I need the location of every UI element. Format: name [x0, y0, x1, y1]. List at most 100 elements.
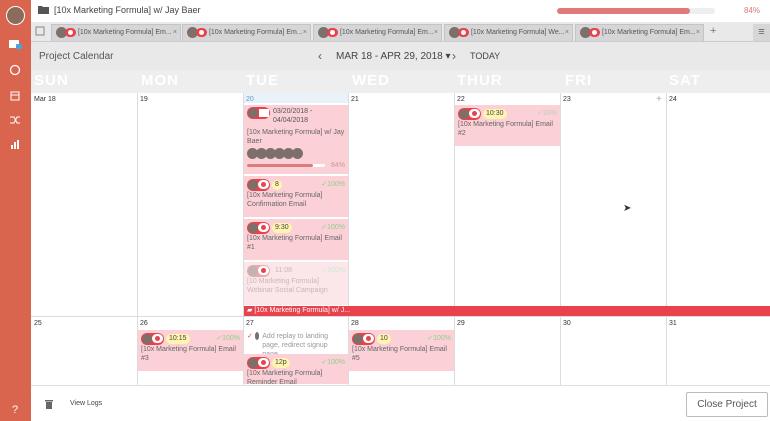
close-icon[interactable]: ×: [434, 25, 438, 40]
avatar: [248, 179, 258, 190]
event-title: [10x Marketing Formula] Email #5: [352, 346, 447, 362]
tab-1[interactable]: [10x Marketing Formula] Em... ×: [51, 24, 181, 41]
day-name: SUN: [34, 72, 69, 89]
close-project-button[interactable]: Close Project: [686, 392, 768, 417]
event-badge: [247, 356, 270, 369]
today-button[interactable]: TODAY: [470, 51, 500, 61]
project-title: [10x Marketing Formula] w/ Jay Baer: [54, 5, 201, 15]
day-number: 23: [563, 96, 571, 103]
day-name: FRI: [565, 72, 593, 89]
tab-2[interactable]: [10x Marketing Formula] Em... ×: [182, 24, 311, 41]
event-badge: [458, 107, 481, 120]
tab-label: [10x Marketing Formula] Em...: [339, 29, 434, 36]
tab-3[interactable]: [10x Marketing Formula] Em... ×: [313, 24, 442, 41]
avatar: [248, 108, 258, 118]
calendar-tab-icon[interactable]: [35, 26, 45, 38]
day-number-today: 20: [246, 96, 254, 103]
add-tab-button[interactable]: +: [710, 25, 716, 37]
day-number: 22: [457, 96, 465, 103]
social-icon: [258, 266, 269, 275]
project-percent: 84%: [330, 162, 345, 169]
projects-icon[interactable]: [8, 38, 22, 54]
event-title: [10x Marketing Formula] Email #3: [141, 346, 236, 362]
event-time: 8: [272, 179, 282, 190]
view-logs-link[interactable]: View Logs: [70, 400, 102, 407]
close-icon[interactable]: ×: [565, 25, 569, 40]
add-event-icon[interactable]: +: [656, 94, 662, 105]
day-number: 24: [669, 96, 677, 103]
event-title: [10x Marketing Formula] Email #2: [458, 121, 553, 137]
trash-icon[interactable]: [44, 399, 54, 412]
avatar: [254, 332, 260, 340]
stats-icon[interactable]: [8, 138, 22, 154]
day-number: 31: [669, 320, 677, 327]
event-card[interactable]: 12p ✓100% [10x Marketing Formula] Reminde…: [244, 354, 348, 385]
event-card[interactable]: 10:15 ✓100% [10x Marketing Formula] Email…: [138, 330, 243, 372]
tab-4[interactable]: [10x Marketing Formula] We... ×: [444, 24, 573, 41]
user-avatar[interactable]: [6, 6, 25, 25]
event-badge: [247, 178, 270, 191]
project-event[interactable]: 03/20/2018 - 04/04/2018 [10x Marketing F…: [244, 105, 348, 175]
project-progress-text: 84%: [744, 6, 761, 15]
calendar-icon[interactable]: [8, 90, 22, 106]
page-title: Project Calendar: [39, 51, 114, 62]
project-progress-bar: [557, 8, 715, 14]
event-card[interactable]: 11:08 ✓100% [10 Marketing Formula] Webina…: [244, 262, 348, 306]
folder-icon: [38, 5, 50, 17]
video-icon: [589, 27, 600, 37]
event-time: 11:08: [272, 265, 295, 276]
next-range-button[interactable]: ›: [452, 49, 456, 63]
video-icon: [196, 27, 207, 37]
event-time: 10:30: [483, 108, 507, 119]
date-range-selector[interactable]: MAR 18 - APR 29, 2018 ▾: [336, 51, 451, 62]
video-icon: [469, 109, 480, 118]
video-icon: [258, 223, 269, 232]
circle-icon[interactable]: [8, 64, 22, 80]
event-title: [10 Marketing Formula] Webinar Social Ca…: [247, 278, 328, 294]
shuffle-icon[interactable]: [8, 114, 22, 130]
event-percent: ✓100%: [321, 359, 345, 366]
sidebar: ?: [0, 0, 31, 421]
tab-label: [10x Marketing Formula] Em...: [208, 29, 303, 36]
avatar: [459, 108, 469, 119]
event-percent: ✓100%: [321, 267, 345, 274]
day-name: SAT: [669, 72, 701, 89]
event-card[interactable]: 8 ✓100% [10x Marketing Formula] Confirmat…: [244, 176, 348, 218]
event-percent: ✓100%: [216, 335, 240, 342]
event-title: [10x Marketing Formula] Confirmation Ema…: [247, 192, 323, 208]
event-card[interactable]: 9:30 ✓100% [10x Marketing Formula] Email …: [244, 219, 348, 261]
close-icon[interactable]: ×: [696, 25, 700, 40]
day-name: THUR: [457, 72, 503, 89]
event-card[interactable]: 10:30 ✓33% [10x Marketing Formula] Email …: [455, 105, 560, 147]
event-badge: [247, 221, 270, 234]
tab-5[interactable]: [10x Marketing Formula] Em... ×: [575, 24, 704, 41]
video-icon: [458, 27, 469, 37]
video-icon: [258, 358, 269, 367]
project-span-banner[interactable]: ▰ [10x Marketing Formula] w/ J...: [244, 306, 770, 316]
task-card[interactable]: ✓ Add replay to landing page, redirect si…: [244, 330, 348, 358]
close-icon[interactable]: ×: [173, 25, 177, 40]
event-badge: [247, 264, 270, 277]
day-number: 25: [34, 320, 42, 327]
calendar-grid: Mar 18 19 20 21 22 23 24 + 25 26 27 28 2…: [31, 93, 770, 385]
video-icon: [363, 334, 374, 343]
footer: View Logs Close Project: [31, 385, 770, 421]
event-title: [10x Marketing Formula] w/ Jay Baer: [247, 129, 345, 145]
project-progress-fill: [247, 164, 313, 167]
close-icon[interactable]: ×: [303, 25, 307, 40]
event-time: 10:15: [166, 333, 190, 344]
day-number: 30: [563, 320, 571, 327]
event-time: 12p: [272, 357, 290, 368]
project-progress-fill: [557, 8, 690, 14]
event-card[interactable]: 10 ✓100% [10x Marketing Formula] Email #5: [349, 330, 454, 372]
video-icon: [152, 334, 163, 343]
mouse-cursor: ➤: [623, 203, 632, 214]
day-name: WED: [352, 72, 390, 89]
event-time: 10: [377, 333, 391, 344]
event-time: 9:30: [272, 222, 292, 233]
prev-range-button[interactable]: ‹: [318, 49, 322, 63]
tab-menu-button[interactable]: ≡: [753, 24, 770, 41]
avatar: [142, 333, 152, 344]
help-icon[interactable]: ?: [8, 404, 22, 416]
tab-bar: [10x Marketing Formula] Em... × [10x Mark…: [31, 22, 770, 42]
